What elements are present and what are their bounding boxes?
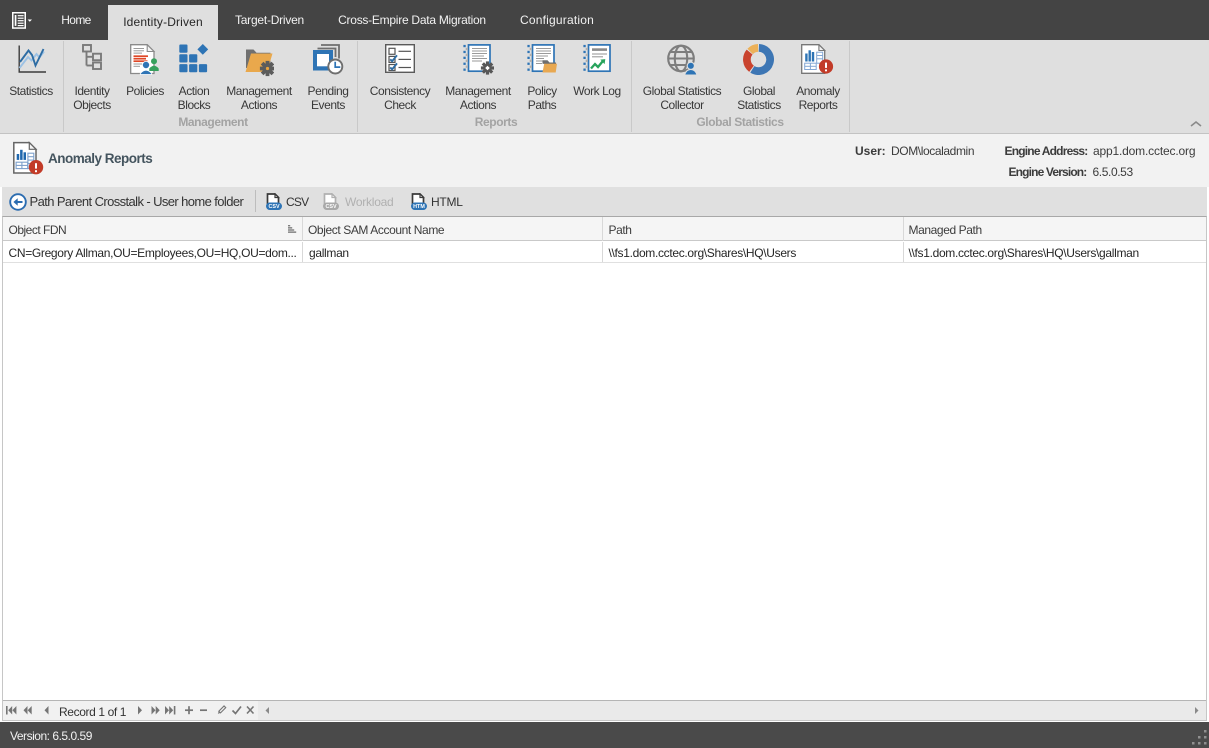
svg-text:HTM: HTM bbox=[413, 204, 425, 210]
svg-text:CSV: CSV bbox=[325, 204, 336, 210]
svg-text:CSV: CSV bbox=[268, 204, 279, 210]
